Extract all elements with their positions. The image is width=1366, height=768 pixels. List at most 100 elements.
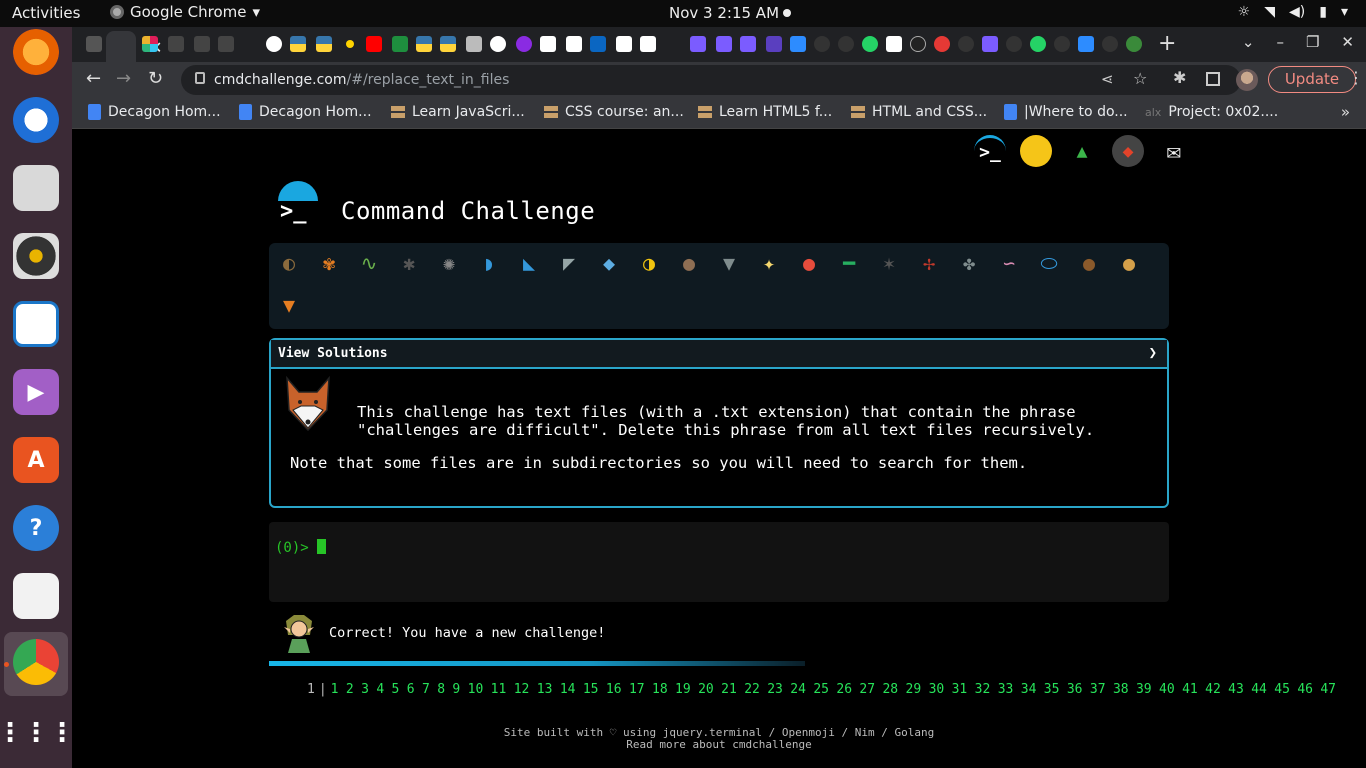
bookmark-item[interactable]: |Where to do... xyxy=(1004,104,1128,120)
tab-alx-icon[interactable] xyxy=(86,36,102,52)
level-link[interactable]: 17 xyxy=(629,682,645,697)
ladybug-icon[interactable]: ● xyxy=(795,249,823,277)
tab-zoom-icon[interactable] xyxy=(1078,36,1094,52)
terminal-cursor[interactable] xyxy=(317,539,326,554)
terminal[interactable]: (0)> xyxy=(269,522,1169,602)
fox-icon[interactable]: ▼ xyxy=(275,291,303,319)
extensions-puzzle-icon[interactable]: ✱ xyxy=(1173,68,1186,87)
url-text[interactable]: cmdchallenge.com/#/replace_text_in_files xyxy=(214,72,509,88)
bookmark-item[interactable]: Learn HTML5 f... xyxy=(698,104,832,120)
caterpillar-icon[interactable]: ∿ xyxy=(355,249,383,277)
new-tab-plus-icon[interactable]: + xyxy=(1158,31,1176,56)
tab-python-icon[interactable] xyxy=(316,36,332,52)
tab-linkedin-icon[interactable] xyxy=(590,36,606,52)
tab-monday-icon[interactable] xyxy=(766,36,782,52)
level-link[interactable]: 35 xyxy=(1044,682,1060,697)
hedgehog-icon[interactable]: ● xyxy=(675,249,703,277)
tab-gmail-icon[interactable] xyxy=(886,36,902,52)
tab-green-circle-icon[interactable] xyxy=(1126,36,1142,52)
thinking-face-icon[interactable] xyxy=(1020,135,1052,167)
tab-whatsapp-icon[interactable] xyxy=(1030,36,1046,52)
tab-doc-icon[interactable] xyxy=(466,36,482,52)
level-link[interactable]: 23 xyxy=(767,682,783,697)
forward-arrow-icon[interactable]: → xyxy=(116,68,131,89)
tab-alx-icon[interactable] xyxy=(218,36,234,52)
level-link[interactable]: 26 xyxy=(836,682,852,697)
bee-icon[interactable]: ✦ xyxy=(755,249,783,277)
back-arrow-icon[interactable]: ← xyxy=(86,68,101,89)
app-store-icon[interactable]: A xyxy=(13,437,59,483)
level-link[interactable]: 31 xyxy=(952,682,968,697)
level-link[interactable]: 8 xyxy=(437,682,445,697)
monkey-icon[interactable]: ● xyxy=(1075,249,1103,277)
worm-icon[interactable]: ∽ xyxy=(995,249,1023,277)
level-link[interactable]: 43 xyxy=(1228,682,1244,697)
tab-zoom-icon[interactable] xyxy=(790,36,806,52)
bookmarks-overflow-icon[interactable]: » xyxy=(1341,103,1350,121)
tab-github-icon[interactable] xyxy=(1054,36,1070,52)
app-menu[interactable]: Google Chrome ▾ xyxy=(110,3,260,21)
level-link[interactable]: 2 xyxy=(346,682,354,697)
minimize-icon[interactable]: – xyxy=(1276,33,1284,51)
videos-icon[interactable]: ▶ xyxy=(13,369,59,415)
show-apps-icon[interactable]: ⋮⋮⋮ xyxy=(0,710,75,756)
chrome-dock-icon[interactable] xyxy=(13,639,59,685)
tab-monday-icon[interactable] xyxy=(716,36,732,52)
thunderbird-icon[interactable] xyxy=(13,97,59,143)
clock[interactable]: Nov 3 2:15 AM xyxy=(669,4,779,22)
level-link[interactable]: 25 xyxy=(813,682,829,697)
tab-monday-icon[interactable] xyxy=(690,36,706,52)
tab-green-icon[interactable] xyxy=(392,36,408,52)
level-link[interactable]: 11 xyxy=(491,682,507,697)
level-link[interactable]: 22 xyxy=(744,682,760,697)
butterfly-icon[interactable]: ✾ xyxy=(315,249,343,277)
tab-search-chevron-icon[interactable]: ⌄ xyxy=(1242,33,1255,51)
level-link[interactable]: 36 xyxy=(1067,682,1083,697)
fly-icon[interactable]: ✶ xyxy=(875,249,903,277)
tab-whatsapp-icon[interactable] xyxy=(862,36,878,52)
restore-icon[interactable]: ❐ xyxy=(1306,33,1319,51)
tab-python-icon[interactable] xyxy=(440,36,456,52)
level-link[interactable]: 41 xyxy=(1182,682,1198,697)
address-bar[interactable]: cmdchallenge.com/#/replace_text_in_files… xyxy=(181,65,1241,95)
tab-github-icon[interactable] xyxy=(958,36,974,52)
level-link[interactable]: 6 xyxy=(407,682,415,697)
update-button[interactable]: Update xyxy=(1268,66,1356,93)
reload-icon[interactable]: ↻ xyxy=(148,68,163,89)
tab-monday-icon[interactable] xyxy=(982,36,998,52)
tab-dot-icon[interactable] xyxy=(346,40,354,48)
level-link[interactable]: 7 xyxy=(422,682,430,697)
level-link[interactable]: 45 xyxy=(1274,682,1290,697)
level-link[interactable]: 40 xyxy=(1159,682,1175,697)
tab-alert-icon[interactable] xyxy=(934,36,950,52)
side-panel-icon[interactable] xyxy=(1206,72,1220,86)
level-link[interactable]: 39 xyxy=(1136,682,1152,697)
tab-github-icon[interactable] xyxy=(838,36,854,52)
level-link[interactable]: 20 xyxy=(698,682,714,697)
tab-udemy-icon[interactable] xyxy=(516,36,532,52)
view-solutions-toggle[interactable]: View Solutions ❯ xyxy=(271,340,1167,369)
level-link[interactable]: 44 xyxy=(1251,682,1267,697)
mosquito-icon[interactable]: ✤ xyxy=(955,249,983,277)
dog-icon[interactable]: ● xyxy=(1115,249,1143,277)
tab-youtube-icon[interactable] xyxy=(366,36,382,52)
bookmark-item[interactable]: HTML and CSS... xyxy=(851,104,987,120)
tab-jira-icon[interactable] xyxy=(640,36,656,52)
tab-alx-icon[interactable] xyxy=(194,36,210,52)
tab-jira-icon[interactable] xyxy=(616,36,632,52)
level-link[interactable]: 5 xyxy=(392,682,400,697)
snail-icon[interactable]: ◐ xyxy=(275,249,303,277)
level-link[interactable]: 13 xyxy=(537,682,553,697)
bookmark-item[interactable]: Decagon Hom... xyxy=(239,104,372,120)
firefox-icon[interactable] xyxy=(13,29,59,75)
rhythmbox-icon[interactable] xyxy=(13,233,59,279)
level-link[interactable]: 1 xyxy=(331,682,339,697)
microbe-icon[interactable]: ⬭ xyxy=(1035,249,1063,277)
dolphin-grey-icon[interactable]: ◤ xyxy=(555,249,583,277)
tab-gmail-icon[interactable] xyxy=(540,36,556,52)
spider-web-icon[interactable]: ✺ xyxy=(435,249,463,277)
profile-avatar[interactable] xyxy=(1236,69,1258,91)
bookmark-item[interactable]: Learn JavaScri... xyxy=(391,104,525,120)
level-link[interactable]: 32 xyxy=(975,682,991,697)
level-link[interactable]: 38 xyxy=(1113,682,1129,697)
